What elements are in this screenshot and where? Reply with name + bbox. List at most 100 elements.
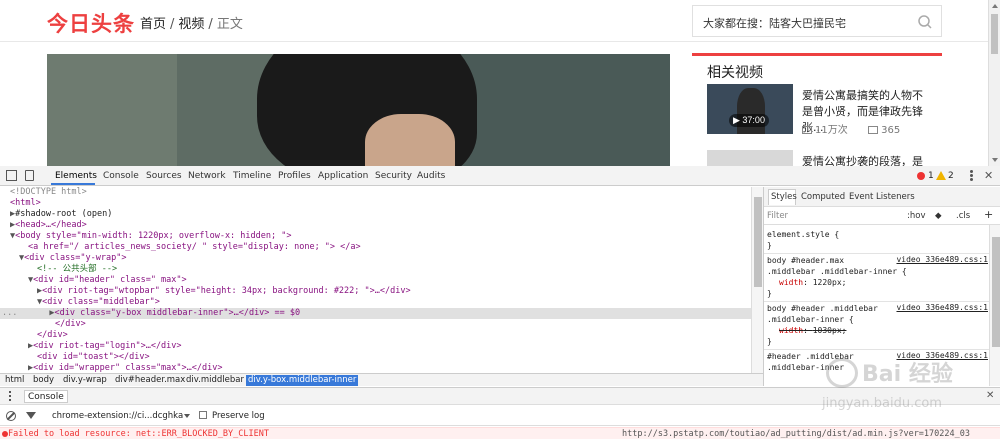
tab-network[interactable]: Network [188, 171, 226, 181]
warning-count[interactable]: 2 [948, 171, 954, 181]
tab-computed[interactable]: Computed [801, 192, 845, 202]
dom-node[interactable]: <html> [0, 198, 751, 209]
context-select[interactable]: chrome-extension://ci...dcghka [52, 411, 183, 421]
expand-arrow-icon[interactable]: ▶ [17, 308, 54, 318]
dom-crumb-active[interactable]: div.y-box.middlebar-inner [246, 375, 359, 386]
tab-event-listeners[interactable]: Event Listeners [849, 192, 915, 202]
style-rule-selector[interactable]: .middlebar-inner { [767, 314, 992, 325]
dom-node[interactable]: <div id="toast"></div> [0, 352, 751, 363]
error-count-icon[interactable] [917, 172, 925, 180]
collapse-arrow-icon[interactable]: ▼ [0, 231, 15, 241]
search-input[interactable]: 大家都在搜：陆客大巴撞民宅 [692, 5, 942, 37]
dom-node-text: <div class="middlebar"> [42, 297, 160, 307]
tab-profiles[interactable]: Profiles [278, 171, 311, 181]
breadcrumb-video-link[interactable]: 视频 [178, 17, 204, 32]
clear-console-icon[interactable] [6, 411, 16, 421]
style-source-link[interactable]: video_336e489.css:1 [896, 255, 988, 264]
drawer-menu-icon[interactable] [9, 391, 12, 403]
style-declaration[interactable]: width: 1220px; [767, 277, 992, 288]
related-video-thumbnail[interactable] [707, 150, 793, 166]
dom-node[interactable]: ▼<body style="min-width: 1220px; overflo… [0, 231, 751, 242]
collapse-arrow-icon[interactable]: ▼ [0, 275, 33, 285]
dom-crumb[interactable]: div#header.max [113, 375, 187, 386]
color-format-icon[interactable]: ◆ [935, 211, 942, 221]
dom-node[interactable]: </div> [0, 319, 751, 330]
expand-arrow-icon[interactable]: ▶ [0, 286, 42, 296]
dom-crumb[interactable]: body [31, 375, 56, 386]
devtools-menu-icon[interactable] [970, 170, 973, 182]
chevron-down-icon[interactable] [184, 414, 190, 418]
tab-elements[interactable]: Elements [55, 171, 97, 181]
dom-node[interactable]: ▶<div riot-tag="login">…</div> [0, 341, 751, 352]
style-declaration-overridden[interactable]: width: 1030px; [767, 325, 992, 336]
style-property[interactable]: width [779, 326, 803, 335]
expand-arrow-icon[interactable]: ▶ [0, 341, 33, 351]
dom-node[interactable]: ▶<head>…</head> [0, 220, 751, 231]
scroll-up-icon[interactable] [992, 4, 998, 8]
style-value[interactable]: 1030px; [813, 326, 847, 335]
warning-count-icon[interactable] [936, 171, 946, 180]
style-value[interactable]: 1220px; [813, 278, 847, 287]
elements-scrollbar[interactable] [751, 187, 763, 373]
collapse-arrow-icon[interactable]: ▼ [0, 297, 42, 307]
style-property[interactable]: width [779, 278, 803, 287]
dom-node[interactable]: <!DOCTYPE html> [0, 187, 751, 198]
device-toolbar-icon[interactable] [25, 170, 34, 181]
tab-audits[interactable]: Audits [417, 171, 445, 181]
scrollbar-thumb[interactable] [991, 14, 998, 54]
close-devtools-icon[interactable]: ✕ [984, 169, 993, 182]
dom-node[interactable]: <a href="/ articles_news_society/ " styl… [0, 242, 751, 253]
preserve-log-checkbox[interactable] [199, 411, 207, 419]
class-toggle[interactable]: .cls [956, 211, 970, 221]
expand-arrow-icon[interactable]: ▶ [0, 363, 33, 373]
filter-icon[interactable] [26, 412, 36, 419]
collapse-arrow-icon[interactable]: ▼ [0, 253, 24, 263]
page-scrollbar[interactable] [988, 0, 1000, 166]
preserve-log-label[interactable]: Preserve log [212, 411, 265, 421]
style-source-link[interactable]: video_336e489.css:1 [896, 303, 988, 312]
scrollbar-thumb[interactable] [754, 197, 762, 287]
console-error-source-link[interactable]: http://s3.pstatp.com/toutiao/ad_putting/… [622, 429, 970, 439]
dom-crumb[interactable]: div.middlebar [184, 375, 246, 386]
site-logo[interactable]: 今日头条 [47, 8, 135, 38]
error-count[interactable]: 1 [928, 171, 934, 181]
console-drawer-tab[interactable]: Console [24, 390, 68, 403]
related-video-thumbnail[interactable]: ▶ 37:00 [707, 84, 793, 134]
console-error-message: Failed to load resource: net::ERR_BLOCKE… [0, 427, 1000, 439]
expand-arrow-icon[interactable]: ▶ [0, 209, 15, 219]
video-player[interactable] [47, 54, 670, 166]
add-rule-button[interactable]: + [984, 208, 993, 221]
dom-node[interactable]: ▼<div id="header" class=" max"> [0, 275, 751, 286]
elements-dom-tree[interactable]: <!DOCTYPE html> <html> ▶#shadow-root (op… [0, 187, 751, 373]
breadcrumb-home-link[interactable]: 首页 [140, 17, 166, 32]
styles-filter-input[interactable]: Filter :hov ◆ .cls + [764, 207, 1000, 225]
related-video-title[interactable]: 爱情公寓抄袭的段落，是不 [802, 154, 930, 166]
dom-node[interactable]: </div> [0, 330, 751, 341]
tab-console[interactable]: Console [103, 171, 139, 181]
scroll-down-icon[interactable] [992, 158, 998, 162]
tab-security[interactable]: Security [375, 171, 412, 181]
tab-sources[interactable]: Sources [146, 171, 182, 181]
dom-node[interactable]: <!-- 公共头部 --> [0, 264, 751, 275]
expand-arrow-icon[interactable]: ▶ [0, 220, 15, 230]
close-drawer-icon[interactable]: ✕ [986, 390, 994, 401]
dom-node[interactable]: ▶<div riot-tag="wtopbar" style="height: … [0, 286, 751, 297]
devtools-toolbar: Elements Console Sources Network Timelin… [0, 166, 1000, 186]
hover-state-toggle[interactable]: :hov [907, 211, 925, 221]
scrollbar-thumb[interactable] [992, 237, 1000, 347]
styles-scrollbar[interactable] [989, 225, 1000, 386]
inspect-element-icon[interactable] [6, 170, 17, 181]
tab-timeline[interactable]: Timeline [233, 171, 271, 181]
dom-node-selected[interactable]: ... ▶<div class="y-box middlebar-inner">…… [0, 308, 751, 319]
tab-application[interactable]: Application [318, 171, 368, 181]
style-rule-selector[interactable]: .middlebar .middlebar-inner { [767, 266, 992, 277]
dom-node[interactable]: ▶#shadow-root (open) [0, 209, 751, 220]
style-rule-selector[interactable]: element.style { [767, 229, 992, 240]
dom-node[interactable]: ▼<div class="middlebar"> [0, 297, 751, 308]
dom-crumb[interactable]: html [3, 375, 26, 386]
dom-node[interactable]: ▶<div id="wrapper" class="max">…</div> [0, 363, 751, 373]
dom-crumb[interactable]: div.y-wrap [61, 375, 109, 386]
tab-styles[interactable]: Styles [771, 192, 797, 202]
search-icon[interactable] [917, 14, 933, 30]
dom-node[interactable]: ▼<div class="y-wrap"> [0, 253, 751, 264]
